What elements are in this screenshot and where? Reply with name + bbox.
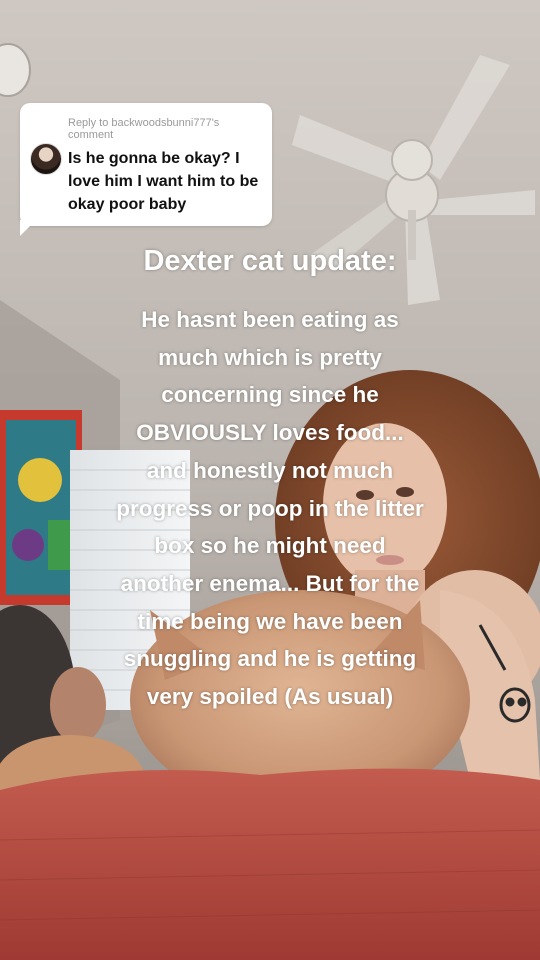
overlay-caption: He hasnt been eating as much which is pr… [116, 307, 424, 710]
reply-to-label: Reply to backwoodsbunni777's comment [68, 117, 220, 141]
reply-comment-text: Is he gonna be okay? I love him I want h… [68, 150, 259, 213]
video-frame: Reply to backwoodsbunni777's comment Is … [0, 0, 540, 960]
commenter-avatar [30, 143, 62, 175]
reply-comment-card[interactable]: Reply to backwoodsbunni777's comment Is … [20, 103, 272, 226]
overlay-title: Dexter cat update: [143, 245, 397, 277]
reply-card-tail [20, 220, 36, 236]
